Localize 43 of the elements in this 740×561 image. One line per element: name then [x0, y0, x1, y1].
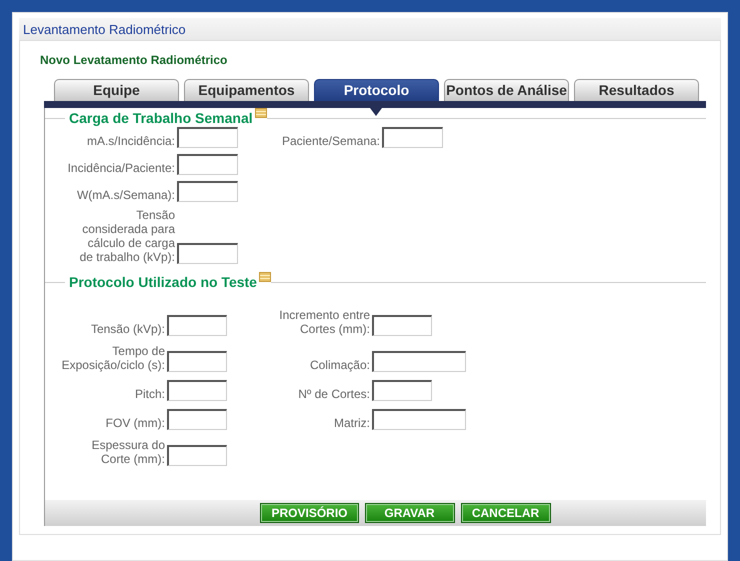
field-label: Colimação:	[308, 358, 370, 372]
input-field[interactable]	[177, 243, 238, 264]
tab[interactable]: Protocolo	[314, 79, 439, 101]
field-label: W(mA.s/Semana):	[76, 188, 175, 202]
action-button[interactable]: CANCELAR	[460, 503, 550, 523]
note-icon	[258, 272, 271, 282]
input-field[interactable]	[167, 351, 227, 372]
tab[interactable]: Resultados	[574, 79, 699, 101]
input-field[interactable]	[177, 181, 238, 202]
input-field[interactable]	[372, 351, 466, 372]
form-title: Novo Levatamento Radiométrico	[40, 53, 228, 67]
note-icon	[254, 108, 267, 118]
input-field[interactable]	[372, 380, 432, 401]
field-label: Incidência/Paciente:	[66, 161, 175, 175]
input-field[interactable]	[167, 409, 227, 430]
action-button[interactable]: PROVISÓRIO	[260, 503, 358, 523]
field-label: mA.s/Incidência:	[86, 134, 175, 148]
field-label: Tensão considerada para cálculo de carga de trabalho (kVp):	[78, 208, 175, 264]
field-label: Tensão (kVp):	[90, 322, 165, 336]
field-label: Incremento entre Cortes (mm):	[278, 308, 370, 336]
action-button[interactable]: GRAVAR	[364, 503, 454, 523]
pointer-icon	[370, 108, 382, 116]
input-field[interactable]	[167, 445, 227, 466]
tab[interactable]: Equipe	[54, 79, 179, 101]
window-title: Levantamento Radiométrico	[19, 18, 721, 40]
section-title: Carga de Trabalho Semanal	[68, 110, 254, 126]
tab[interactable]: Pontos de Análise	[444, 79, 569, 101]
field-label: FOV (mm):	[104, 416, 165, 430]
input-field[interactable]	[177, 127, 238, 148]
field-label: Tempo de Exposição/ciclo (s):	[60, 344, 165, 372]
field-label: Espessura do Corte (mm):	[90, 438, 165, 466]
input-field[interactable]	[372, 315, 432, 336]
input-field[interactable]	[177, 154, 238, 175]
field-label: Nº de Cortes:	[297, 387, 370, 401]
input-field[interactable]	[382, 127, 443, 148]
section-title: Protocolo Utilizado no Teste	[68, 274, 258, 290]
input-field[interactable]	[167, 380, 227, 401]
input-field[interactable]	[167, 315, 227, 336]
field-label: Paciente/Semana:	[280, 134, 380, 148]
field-label: Matriz:	[333, 416, 370, 430]
input-field[interactable]	[372, 409, 466, 430]
tab[interactable]: Equipamentos	[184, 79, 309, 101]
field-label: Pitch:	[134, 387, 165, 401]
